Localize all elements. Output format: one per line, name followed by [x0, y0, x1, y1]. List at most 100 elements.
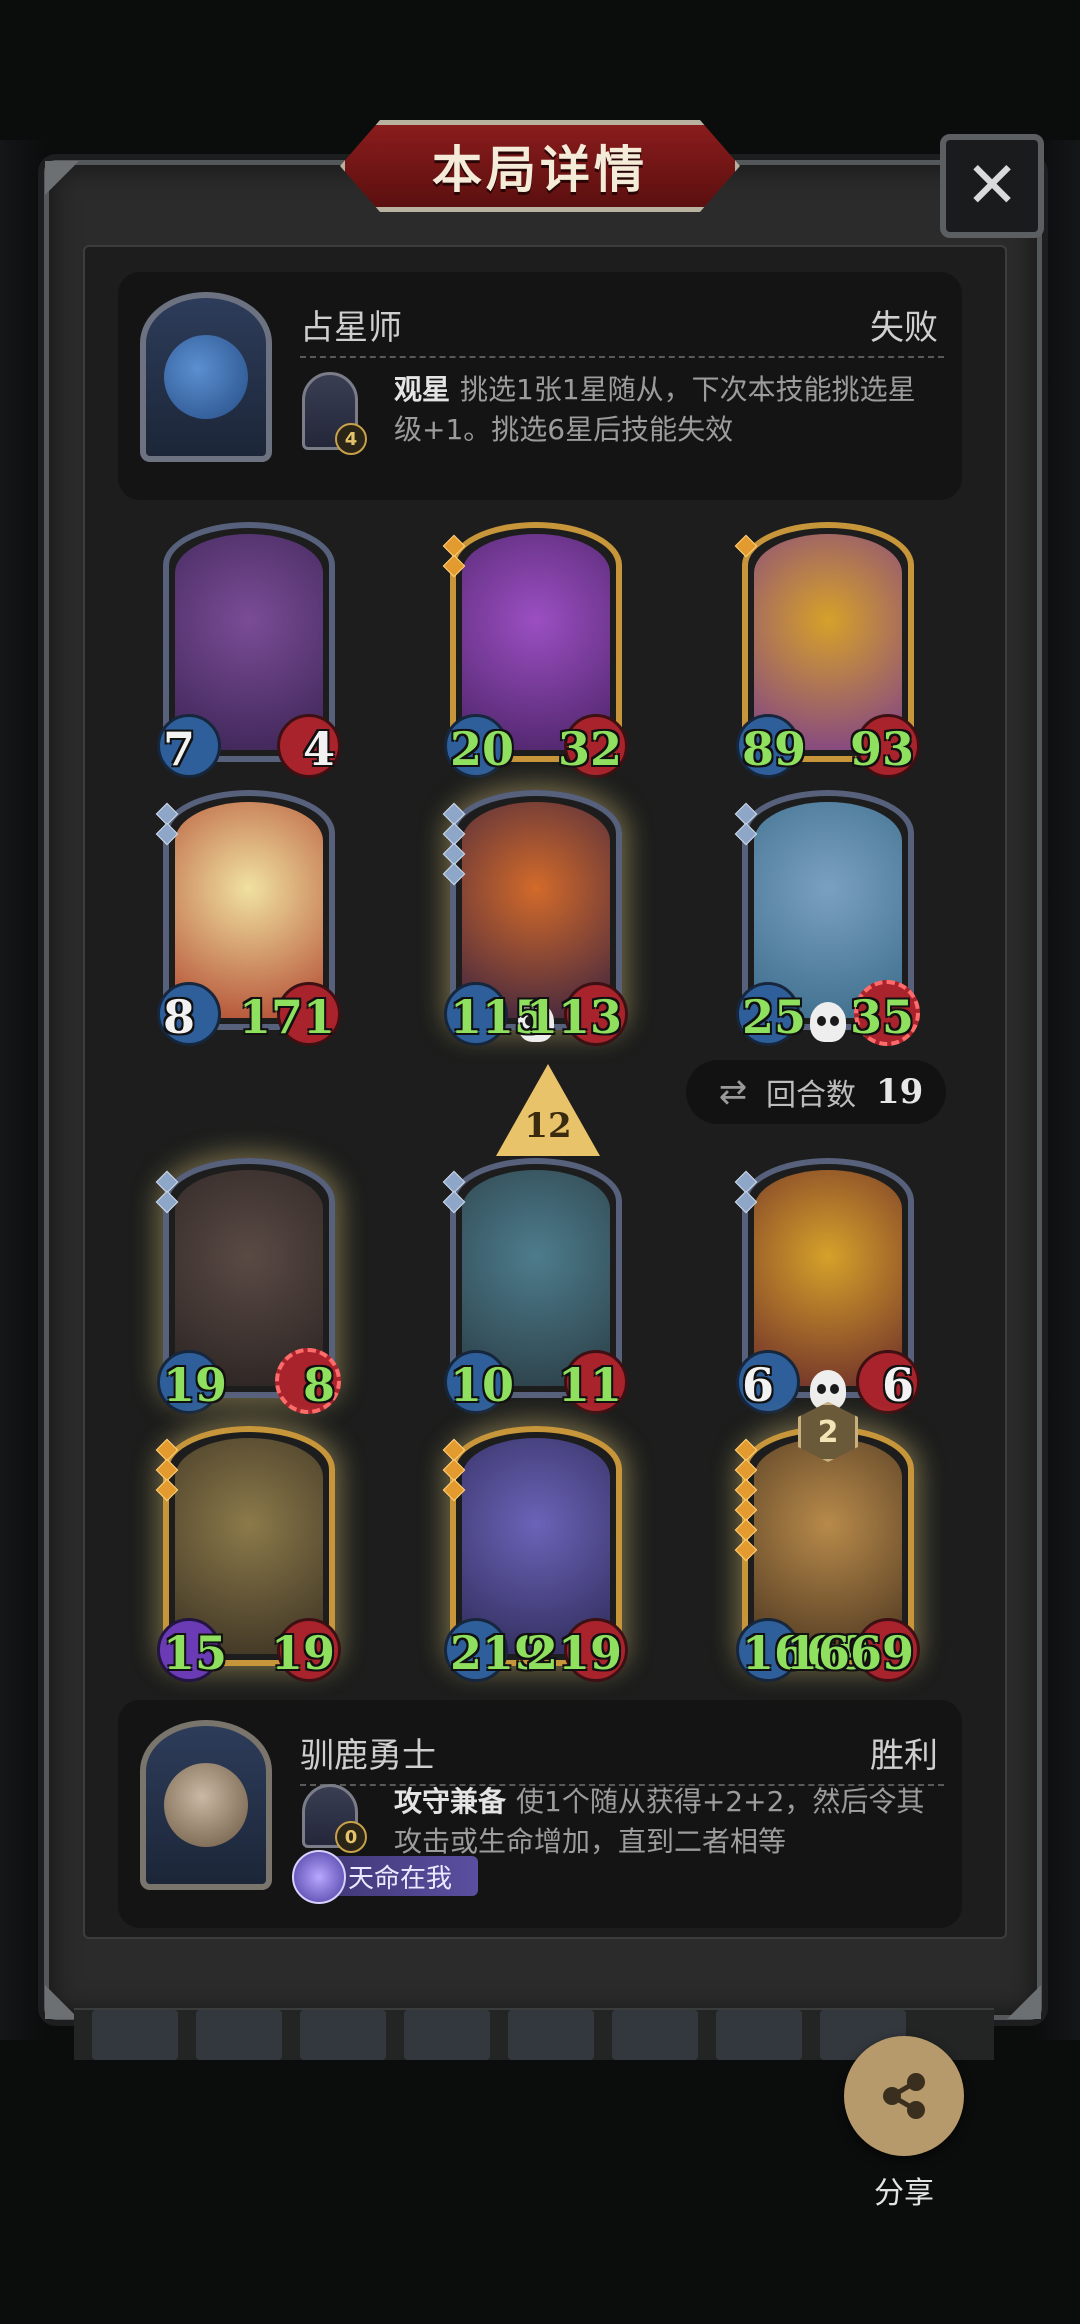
panel-corner	[45, 161, 79, 195]
minion-card[interactable]: 19 8	[155, 1158, 341, 1414]
history-thumbnail	[404, 2010, 490, 2060]
skill-cost-badge: 4	[335, 423, 367, 455]
minion-attack: 25	[742, 990, 807, 1044]
history-thumbnail	[716, 2010, 802, 2060]
player-result: 胜利	[870, 1736, 938, 1776]
minion-health: 4	[302, 722, 335, 776]
player-skill-icon[interactable]: 0	[302, 1784, 367, 1853]
star-icon	[734, 1190, 758, 1214]
minion-attack: 10	[450, 1358, 515, 1412]
minion-health: 32	[557, 722, 622, 776]
share-label: 分享	[874, 2176, 934, 2211]
minion-attack: 89	[742, 722, 807, 776]
star-rank	[155, 1438, 179, 1502]
star-rank	[442, 1438, 466, 1502]
minion-card[interactable]: 20 32	[442, 522, 628, 778]
history-thumbnail	[196, 2010, 282, 2060]
minion-card[interactable]: 25 35	[734, 790, 920, 1046]
minion-health: 113	[525, 990, 622, 1044]
star-rank	[442, 534, 466, 578]
player-hero-name: 驯鹿勇士	[300, 1736, 436, 1776]
star-rank	[155, 1170, 179, 1214]
minion-attack: 6	[742, 1358, 775, 1412]
star-icon	[155, 822, 179, 846]
minion-health: 1669	[785, 1626, 914, 1680]
minion-attack: 19	[163, 1358, 228, 1412]
star-icon	[442, 554, 466, 578]
minion-attack: 8	[163, 990, 196, 1044]
star-rank	[734, 1170, 758, 1214]
minion-health: 93	[849, 722, 914, 776]
minion-card[interactable]: 15 19	[155, 1426, 341, 1682]
minion-card[interactable]: 115 113	[442, 790, 628, 1046]
close-icon: ✕	[965, 149, 1019, 223]
minion-health: 19	[270, 1626, 335, 1680]
star-icon	[734, 822, 758, 846]
star-rank	[734, 1438, 758, 1562]
share-button[interactable]	[844, 2036, 964, 2156]
swap-cycle-icon: ⇄	[718, 1072, 748, 1112]
background-left-edge	[0, 140, 48, 2040]
minion-health: 8	[302, 1358, 335, 1412]
destiny-label: 天命在我	[348, 1863, 453, 1894]
minion-attack: 15	[163, 1626, 228, 1680]
divider	[300, 356, 944, 358]
star-rank	[734, 534, 758, 558]
history-thumbnail-strip	[74, 2008, 994, 2060]
page-title: 本局详情	[432, 141, 648, 199]
star-icon	[155, 1478, 179, 1502]
skill-cost-badge: 0	[335, 1821, 367, 1853]
history-thumbnail	[92, 2010, 178, 2060]
star-icon	[442, 862, 466, 886]
history-thumbnail	[612, 2010, 698, 2060]
minion-health: 35	[849, 990, 914, 1044]
player-skill-name: 攻守兼备	[394, 1785, 507, 1818]
player-skill-text: 攻守兼备 使1个随从获得+2+2，然后令其攻击或生命增加，直到二者相等	[394, 1782, 932, 1862]
opponent-hero-portrait[interactable]	[140, 292, 272, 462]
opponent-skill-description: 挑选1张1星随从，下次本技能挑选星级+1。挑选6星后技能失效	[394, 373, 916, 446]
star-icon	[734, 1538, 758, 1562]
destiny-tag[interactable]: 天命在我	[292, 1850, 479, 1904]
star-rank	[155, 802, 179, 846]
opponent-result: 失败	[870, 308, 938, 348]
turn-count-pill: ⇄ 回合数 19	[686, 1060, 946, 1124]
star-rank	[442, 802, 466, 886]
opponent-hero-name: 占星师	[300, 308, 402, 348]
history-thumbnail	[508, 2010, 594, 2060]
opponent-skill-icon[interactable]: 4	[302, 372, 367, 455]
astrologer-portrait-icon	[164, 335, 248, 419]
minion-attack: 20	[450, 722, 515, 776]
minion-health: 11	[557, 1358, 622, 1412]
share-icon	[883, 2073, 925, 2119]
history-thumbnail	[300, 2010, 386, 2060]
destiny-icon	[292, 1850, 346, 1904]
minion-card[interactable]: 89 93	[734, 522, 920, 778]
star-rank	[442, 1170, 466, 1214]
minion-card[interactable]: 66	[734, 1158, 920, 1414]
turn-count-value: 19	[876, 1072, 924, 1112]
minion-health: 171	[238, 990, 335, 1044]
minion-card[interactable]: 219 219	[442, 1426, 628, 1682]
player-hero-panel: 驯鹿勇士 胜利 0 攻守兼备 使1个随从获得+2+2，然后令其攻击或生命增加，直到…	[118, 1700, 962, 1928]
title-banner: 本局详情	[340, 120, 740, 212]
star-icon	[442, 1190, 466, 1214]
minion-card[interactable]: 8 171	[155, 790, 341, 1046]
round-marker-value: 12	[524, 1106, 572, 1146]
minion-attack: 7	[163, 722, 196, 776]
star-icon	[442, 1478, 466, 1502]
minion-card[interactable]: 10 11	[442, 1158, 628, 1414]
minion-card[interactable]: 2 1669 1669	[734, 1402, 920, 1682]
minion-card[interactable]: 74	[157, 522, 341, 778]
reindeer-warrior-portrait-icon	[164, 1763, 248, 1847]
minion-health: 219	[525, 1626, 622, 1680]
turn-count-label: 回合数	[766, 1078, 856, 1113]
close-button[interactable]: ✕	[940, 134, 1044, 238]
star-rank	[734, 802, 758, 846]
opponent-skill-name: 观星	[394, 373, 451, 406]
player-hero-portrait[interactable]	[140, 1720, 272, 1890]
panel-corner	[1007, 1985, 1041, 2019]
star-icon	[734, 534, 758, 558]
skull-icon	[810, 1002, 846, 1042]
opponent-hero-panel: 占星师 失败 4 观星 挑选1张1星随从，下次本技能挑选星级+1。挑选6星后技能失…	[118, 272, 962, 500]
minion-health: 6	[881, 1358, 914, 1412]
